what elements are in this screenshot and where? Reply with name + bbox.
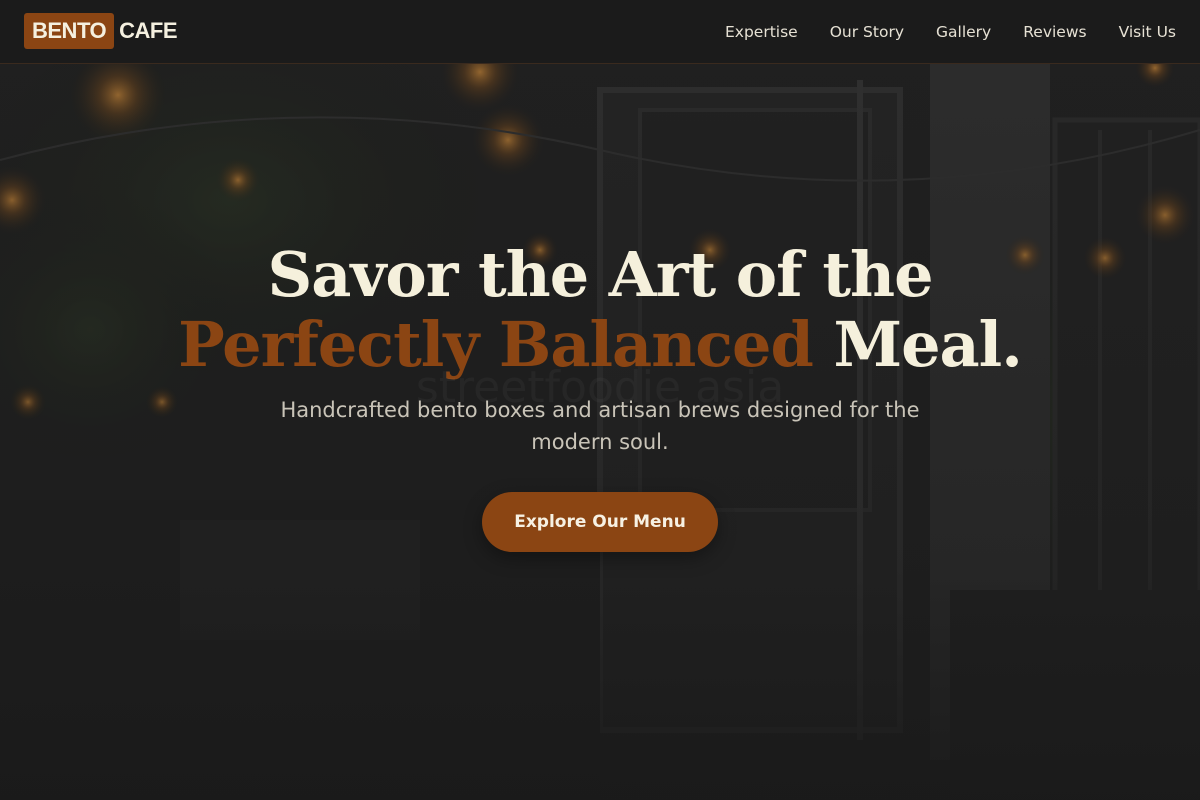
hero-title-accent: Perfectly Balanced	[178, 308, 814, 381]
main-nav: Expertise Our Story Gallery Reviews Visi…	[725, 0, 1176, 64]
nav-link-reviews[interactable]: Reviews	[1023, 23, 1086, 41]
explore-menu-button[interactable]: Explore Our Menu	[482, 492, 718, 552]
nav-link-gallery[interactable]: Gallery	[936, 23, 991, 41]
nav-link-expertise[interactable]: Expertise	[725, 23, 798, 41]
hero-subtitle: Handcrafted bento boxes and artisan brew…	[280, 398, 920, 454]
hero-title: Savor the Art of the Perfectly Balanced …	[0, 240, 1200, 380]
hero-title-end: Meal.	[833, 308, 1022, 381]
site-header: BENTO CAFE Expertise Our Story Gallery R…	[0, 0, 1200, 64]
hero-title-line1: Savor the Art of the	[267, 238, 933, 311]
brand-logo[interactable]: BENTO CAFE	[24, 13, 177, 49]
page: BENTO CAFE Expertise Our Story Gallery R…	[0, 0, 1200, 800]
nav-link-visit-us[interactable]: Visit Us	[1119, 23, 1176, 41]
hero-section: Savor the Art of the Perfectly Balanced …	[0, 240, 1200, 552]
logo-text: CAFE	[119, 18, 177, 43]
nav-link-our-story[interactable]: Our Story	[830, 23, 904, 41]
logo-badge: BENTO	[24, 13, 115, 49]
